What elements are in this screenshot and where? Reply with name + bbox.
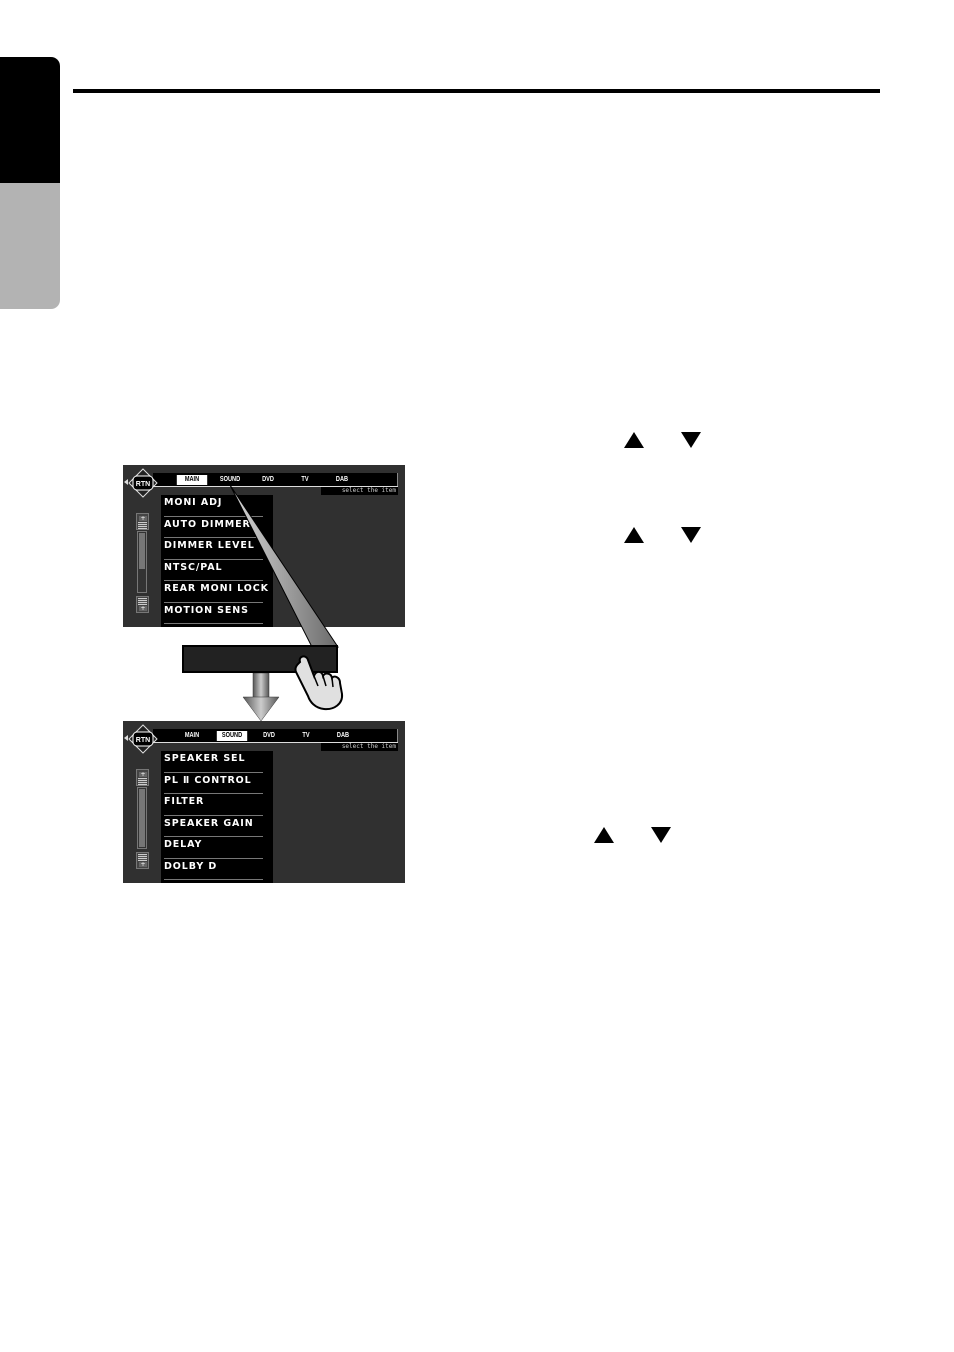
scroll-up-button[interactable]: +	[136, 769, 149, 786]
menu-item[interactable]: FILTER	[164, 794, 263, 816]
down-triangle-icon	[681, 432, 701, 448]
down-triangle-icon	[681, 527, 701, 543]
grip-lines	[138, 778, 147, 785]
plus-icon: +	[139, 771, 147, 778]
plus-icon: +	[139, 861, 147, 868]
tab-dvd[interactable]: DVD	[259, 731, 280, 741]
menu-list: SPEAKER SEL PL Ⅱ CONTROL FILTER SPEAKER …	[161, 751, 273, 883]
tab-sound[interactable]: SOUND	[216, 731, 248, 741]
up-triangle-icon	[624, 527, 644, 543]
scrollbar-track[interactable]	[137, 787, 147, 849]
down-arrow-icon	[242, 673, 280, 722]
rtn-label: RTN	[136, 737, 150, 744]
up-triangle-icon	[624, 432, 644, 448]
up-triangle-icon	[594, 827, 614, 843]
tab-tv[interactable]: TV	[298, 731, 314, 741]
menu-item[interactable]: PL Ⅱ CONTROL	[164, 773, 263, 794]
grip-lines	[138, 854, 147, 861]
scrollbar-thumb[interactable]	[139, 789, 145, 847]
scroll-down-button[interactable]: +	[136, 852, 149, 869]
hint-text: select the item	[321, 743, 398, 751]
menu-item[interactable]: DELAY	[164, 837, 263, 859]
callout-beam	[229, 484, 339, 648]
tab-dab[interactable]: DAB	[334, 731, 352, 741]
down-triangle-icon	[651, 827, 671, 843]
hand-pointer-icon	[294, 655, 344, 711]
menu-item[interactable]: SPEAKER SEL	[164, 751, 263, 773]
tab-main[interactable]: MAIN	[177, 731, 207, 741]
rtn-button[interactable]: RTN	[128, 724, 158, 754]
menu-item[interactable]: DOLBY D	[164, 859, 263, 880]
screen-sound-menu: MAIN SOUND DVD TV DAB select the item RT…	[123, 721, 405, 883]
menu-item[interactable]: SPEAKER GAIN	[164, 816, 263, 837]
